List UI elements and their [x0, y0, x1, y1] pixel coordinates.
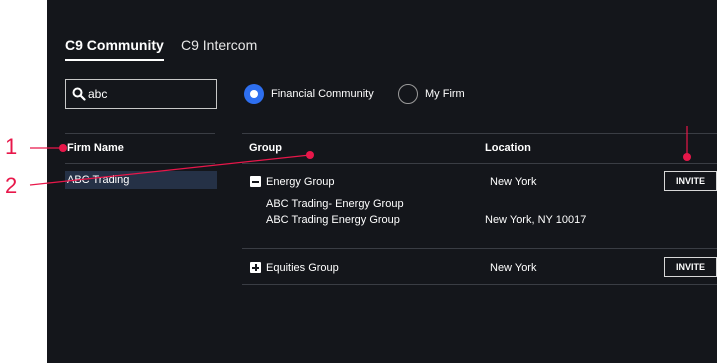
callout-number-1: 1: [5, 134, 18, 159]
callout-number-2: 2: [5, 173, 18, 198]
group-column-header: Group: [249, 142, 282, 154]
radio-financial-community-label[interactable]: Financial Community: [271, 88, 374, 100]
invite-button-energy[interactable]: INVITE: [664, 171, 717, 191]
member-name-1: ABC Trading- Energy Group: [266, 198, 404, 210]
app-window: C9 Community C9 Intercom Financial Commu…: [47, 0, 717, 363]
member-name-2: ABC Trading Energy Group: [266, 214, 400, 226]
group-location-equities: New York: [490, 262, 537, 274]
group-location-energy: New York: [490, 176, 537, 188]
search-box[interactable]: [65, 79, 217, 109]
group-table-header-divider: [242, 163, 717, 164]
firm-row-label: ABC Trading: [67, 174, 130, 186]
firm-list-header-divider: [65, 163, 215, 164]
expand-toggle-icon[interactable]: [250, 262, 261, 273]
radio-financial-community[interactable]: [244, 84, 264, 104]
tab-c9-intercom[interactable]: C9 Intercom: [181, 37, 257, 53]
group-name-energy: Energy Group: [266, 176, 335, 188]
collapse-toggle-icon[interactable]: [250, 176, 261, 187]
radio-my-firm-label[interactable]: My Firm: [425, 88, 465, 100]
firm-name-header: Firm Name: [65, 133, 215, 163]
member-location-2: New York, NY 10017: [485, 214, 587, 226]
location-column-header: Location: [485, 142, 531, 154]
search-icon: [72, 87, 86, 101]
group-table-bottom-divider: [242, 284, 717, 285]
group-row-divider: [242, 248, 717, 249]
firm-name-header-label: Firm Name: [67, 142, 124, 154]
invite-button-equities[interactable]: INVITE: [664, 257, 717, 277]
active-tab-indicator: [65, 59, 164, 61]
group-table-top-divider: [242, 133, 717, 134]
search-input[interactable]: [88, 84, 208, 104]
firm-row-abc-trading[interactable]: ABC Trading: [65, 171, 217, 189]
group-name-equities: Equities Group: [266, 262, 339, 274]
radio-my-firm[interactable]: [398, 84, 418, 104]
tab-c9-community[interactable]: C9 Community: [65, 37, 164, 53]
